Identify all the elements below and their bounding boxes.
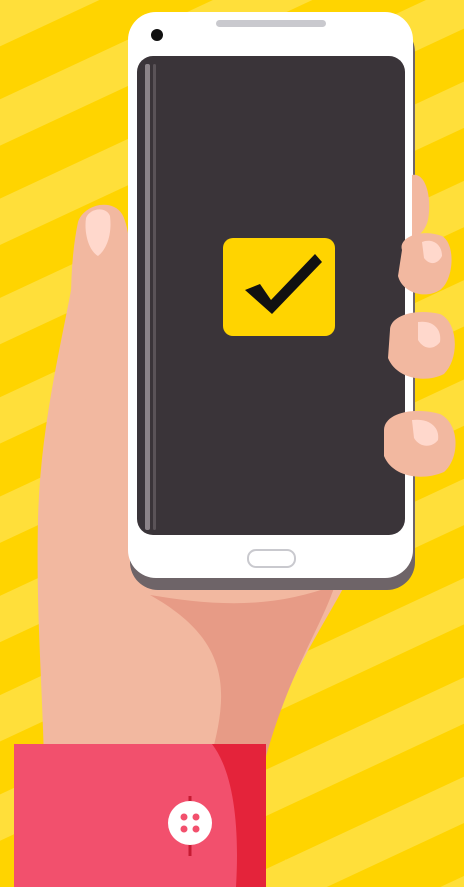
button-hole [192,825,200,833]
button-hole [180,813,188,821]
button-hole [192,813,200,821]
front-camera [151,29,163,41]
cuff-button [168,801,212,845]
hand-holding-phone-illustration [0,0,464,887]
check-badge [223,238,335,336]
illustration-scene [0,0,464,887]
speaker-grille [216,20,326,27]
home-button[interactable] [247,549,296,568]
screen-edge-highlight-2 [153,64,156,530]
button-hole [180,825,188,833]
screen-edge-highlight [145,64,150,530]
